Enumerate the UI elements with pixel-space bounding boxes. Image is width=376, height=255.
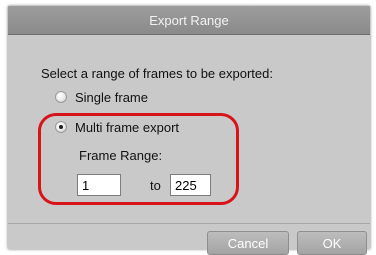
- end-frame-input[interactable]: [170, 174, 211, 196]
- to-label: to: [150, 178, 161, 193]
- footer-divider: [8, 223, 370, 224]
- instruction-text: Select a range of frames to be exported:: [41, 66, 273, 81]
- export-range-dialog: Export Range Select a range of frames to…: [8, 6, 370, 255]
- cancel-button[interactable]: Cancel: [207, 231, 289, 255]
- dialog-title: Export Range: [149, 12, 229, 28]
- multi-frame-label[interactable]: Multi frame export: [75, 120, 179, 135]
- title-bar[interactable]: Export Range: [8, 6, 370, 35]
- single-frame-radio[interactable]: [55, 91, 67, 103]
- ok-button[interactable]: OK: [297, 231, 367, 255]
- multi-frame-radio[interactable]: [55, 121, 67, 133]
- single-frame-label[interactable]: Single frame: [75, 90, 148, 105]
- frame-range-label: Frame Range:: [79, 148, 163, 163]
- start-frame-input[interactable]: [77, 174, 121, 196]
